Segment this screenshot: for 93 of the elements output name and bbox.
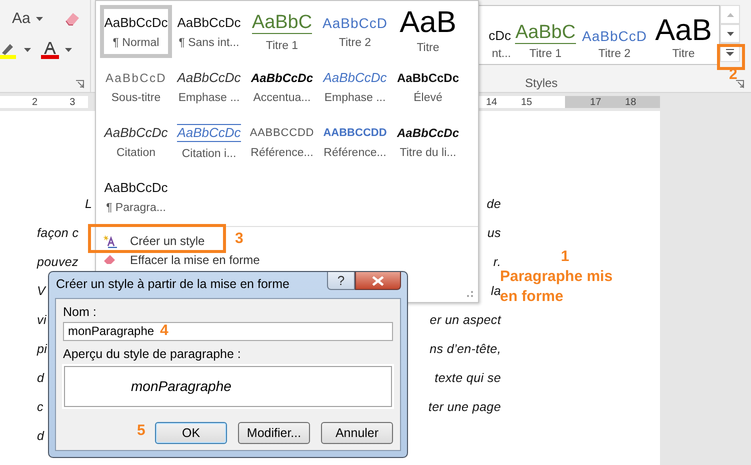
- document-text: vi: [37, 312, 46, 326]
- document-text: de: [486, 196, 501, 210]
- new-style-icon: [102, 234, 118, 248]
- scroll-down-button[interactable]: [720, 24, 740, 43]
- style-sample: AaBbC: [252, 12, 312, 34]
- dialog-button[interactable]: OK: [155, 422, 227, 444]
- document-text: us: [487, 226, 501, 240]
- style-gallery-item[interactable]: AaBbCcD Titre 2: [580, 6, 649, 60]
- style-gallery-item[interactable]: AaBbCcDc Citation: [100, 115, 172, 168]
- document-text: ter une page: [428, 400, 501, 414]
- font-color-icon[interactable]: [41, 41, 59, 59]
- group-label: Styles: [525, 76, 558, 90]
- style-gallery-item[interactable]: AaBbCcDc Élevé: [392, 60, 464, 113]
- field-label: Aperçu du style de paragraphe :: [63, 346, 242, 361]
- style-gallery-item[interactable]: AaBbCcD Titre 2: [319, 5, 391, 58]
- preview-text: monParagraphe: [131, 378, 232, 394]
- dialog-button[interactable]: Modifier...: [238, 422, 310, 444]
- document-text: r.: [493, 254, 501, 268]
- field-label: Nom :: [63, 305, 98, 319]
- style-gallery-item[interactable]: AaBbCcD Sous-titre: [100, 60, 172, 113]
- document-text: façon c: [37, 226, 79, 240]
- annotation-text: Paragraphe mis en forme: [500, 267, 614, 307]
- style-gallery-item[interactable]: AaBbCcDc ¶ Sans int...: [173, 5, 245, 58]
- style-sample: AaBbCcDc: [104, 124, 168, 140]
- style-gallery-item[interactable]: AaBbCcDc Titre du li...: [392, 115, 464, 168]
- document-text: er un aspect: [430, 312, 501, 326]
- style-gallery-item[interactable]: AABBCCDD Référence...: [246, 115, 318, 168]
- style-gallery-item[interactable]: AaBbCcDc Emphase ...: [173, 60, 245, 113]
- down-arrow-icon: [726, 32, 734, 36]
- style-gallery-item[interactable]: AaBbCcDc Citation i...: [173, 115, 245, 168]
- style-gallery-item[interactable]: AaBbC Titre 1: [511, 6, 580, 60]
- style-gallery-item[interactable]: AaBbCcDc Accentua...: [246, 60, 318, 113]
- style-sample: AaBbCcDc: [177, 70, 241, 86]
- step-marker: 3: [235, 230, 244, 247]
- style-sample: AaBbCcDc: [177, 14, 241, 30]
- style-sample: AABBCCDD: [323, 126, 387, 140]
- style-gallery-item[interactable]: AaBbCcDc ¶ Paragra...: [100, 170, 172, 223]
- document-text: V: [37, 284, 46, 298]
- caret-icon[interactable]: [65, 48, 72, 52]
- style-sample: AaBbCcD: [105, 70, 167, 86]
- up-arrow-icon: [726, 12, 734, 16]
- dialog-launcher-icon[interactable]: [736, 80, 744, 88]
- document-text: L: [85, 196, 92, 210]
- document-text: pi: [37, 342, 48, 356]
- style-sample: AaBbCcDc: [104, 14, 168, 30]
- eraser-icon: [102, 253, 118, 265]
- highlighter-icon[interactable]: [0, 41, 18, 59]
- style-sample: AABBCCDD: [250, 126, 314, 140]
- document-text: d: [37, 428, 44, 442]
- document-text: ns d’en-tête,: [430, 342, 501, 356]
- style-gallery-item[interactable]: AABBCCDD Référence...: [319, 115, 391, 168]
- style-gallery-item[interactable]: cDc nt...: [479, 6, 511, 60]
- style-sample: AaBbCcDc: [396, 124, 459, 140]
- style-sample: cDc: [488, 28, 511, 44]
- step-marker: 5: [137, 422, 146, 439]
- document-text: la: [490, 284, 501, 298]
- style-sample: AaBbCcDc: [104, 180, 168, 196]
- style-gallery-item[interactable]: AaBbC Titre 1: [246, 5, 318, 58]
- style-sample: AaBbC: [515, 22, 576, 44]
- style-sample: AaB: [655, 18, 712, 44]
- highlight-frame: [717, 44, 745, 70]
- resize-grip-icon[interactable]: [466, 290, 474, 298]
- style-sample: AaBbCcDc: [396, 70, 459, 86]
- eraser-icon[interactable]: [63, 10, 82, 26]
- document-text: d: [37, 370, 44, 384]
- help-button[interactable]: ?: [327, 272, 355, 290]
- dialog-launcher-icon[interactable]: [76, 80, 84, 88]
- style-sample: AaBbCcDc: [177, 124, 241, 142]
- style-sample: AaBbCcD: [582, 28, 647, 44]
- style-gallery-item[interactable]: AaBbCcDc Emphase ...: [319, 60, 391, 113]
- style-sample: AaBbCcDc: [250, 70, 313, 86]
- window-title: Créer un style à partir de la mise en forme: [56, 277, 290, 291]
- style-gallery-item[interactable]: AaBbCcDc ¶ Normal: [100, 5, 172, 58]
- dialog-button[interactable]: Annuler: [321, 422, 393, 444]
- close-button[interactable]: [355, 272, 401, 290]
- menu-item[interactable]: Effacer la mise en forme: [96, 252, 478, 269]
- ruler: 14 15 17 18: [478, 96, 660, 108]
- caret-icon[interactable]: [36, 16, 44, 20]
- ruler: 2 3: [0, 96, 88, 108]
- document-text: pouvez: [37, 254, 79, 268]
- style-gallery-item[interactable]: AaB Titre: [392, 5, 464, 58]
- caret-icon[interactable]: [24, 48, 31, 52]
- step-marker: 1: [560, 248, 570, 265]
- expand-icon: [726, 49, 734, 56]
- document-text: c: [37, 400, 44, 414]
- style-sample: AaB: [400, 10, 456, 36]
- document-text: texte qui se: [434, 370, 501, 384]
- step-marker: 4: [160, 322, 168, 339]
- style-sample: AaBbCcD: [322, 14, 388, 30]
- close-icon: [372, 276, 384, 286]
- style-gallery-item[interactable]: AaB Titre: [649, 6, 718, 60]
- style-sample: AaBbCcDc: [323, 70, 387, 86]
- change-case-button[interactable]: Aa: [12, 10, 30, 27]
